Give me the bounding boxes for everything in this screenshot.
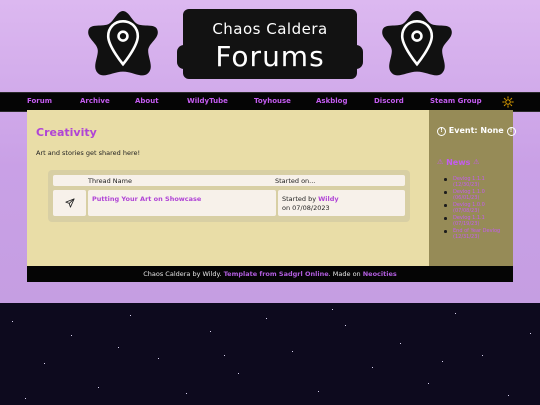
news-list: Devlog 1.1.1 (12/30/23) Devlog 1.1.0 (06… <box>443 176 509 241</box>
news-item[interactable]: End of Year Devlog (12/31/23) <box>443 228 509 240</box>
sidebar: ! Event: None ! ⚠ News ⚠ Devlog 1.1.1 (1… <box>429 110 516 266</box>
site-title-main: Forums <box>215 40 325 73</box>
nav-link-forum[interactable]: Forum <box>27 97 52 105</box>
thread-started-cell: Started by Wildy on 07/08/2023 <box>278 190 405 216</box>
info-icon: ! <box>506 127 516 136</box>
news-item[interactable]: Devlog 1.1.1 (07/19/23) <box>443 215 509 227</box>
news-item[interactable]: Devlog 1.1.1 (12/30/23) <box>443 176 509 188</box>
starfield-background <box>0 303 540 405</box>
site-title-top: Chaos Caldera <box>212 20 328 38</box>
thread-icon-cell <box>53 190 86 216</box>
map-pin-icon <box>382 10 452 76</box>
table-header-row: Thread Name Started on... <box>53 175 405 186</box>
started-date: on 07/08/2023 <box>282 204 330 212</box>
top-nav: Forum Archive About WildyTube Toyhouse A… <box>0 92 540 112</box>
site-banner: Chaos Caldera Forums <box>0 0 540 92</box>
nav-link-archive[interactable]: Archive <box>80 97 110 105</box>
thread-table: Thread Name Started on... Putting Your A… <box>48 170 410 222</box>
nav-link-askblog[interactable]: Askblog <box>316 97 347 105</box>
warning-icon: ⚠ <box>473 158 480 166</box>
footer-credit: Chaos Caldera by Wildy. <box>143 270 224 278</box>
thread-title-cell: Putting Your Art on Showcase <box>88 190 276 216</box>
user-link[interactable]: Wildy <box>318 195 339 203</box>
site-title-box: Chaos Caldera Forums <box>177 9 363 79</box>
footer: Chaos Caldera by Wildy. Template from Sa… <box>27 266 513 282</box>
footer-made-on: . Made on <box>328 270 363 278</box>
page-title: Creativity <box>36 126 97 139</box>
nav-link-about[interactable]: About <box>135 97 159 105</box>
news-heading: ⚠ News ⚠ <box>437 158 479 167</box>
nav-link-steam-group[interactable]: Steam Group <box>430 97 482 105</box>
template-link[interactable]: Template from Sadgrl Online <box>224 270 329 278</box>
column-header-thread-name: Thread Name <box>88 177 132 185</box>
page-description: Art and stories get shared here! <box>36 149 141 157</box>
main-content: Creativity Art and stories get shared he… <box>27 110 429 266</box>
started-by-label: Started by <box>282 195 319 203</box>
nav-link-toyhouse[interactable]: Toyhouse <box>254 97 291 105</box>
neocities-link[interactable]: Neocities <box>363 270 397 278</box>
news-item[interactable]: Devlog 1.0.0 (07/08/23) <box>443 202 509 214</box>
send-icon <box>65 198 75 208</box>
sun-icon[interactable] <box>502 96 514 108</box>
thread-link[interactable]: Putting Your Art on Showcase <box>92 195 201 203</box>
event-label: Event: None <box>448 126 504 135</box>
nav-link-wildytube[interactable]: WildyTube <box>187 97 228 105</box>
map-pin-icon <box>88 10 158 76</box>
info-icon: ! <box>437 127 446 136</box>
started-by-line: Started by Wildy <box>282 195 339 203</box>
event-status: ! Event: None ! <box>437 126 516 136</box>
nav-link-discord[interactable]: Discord <box>374 97 404 105</box>
column-header-started-on: Started on... <box>275 177 316 185</box>
news-title: News <box>446 158 471 167</box>
warning-icon: ⚠ <box>437 158 444 166</box>
news-item[interactable]: Devlog 1.1.0 (06/01/23) <box>443 189 509 201</box>
